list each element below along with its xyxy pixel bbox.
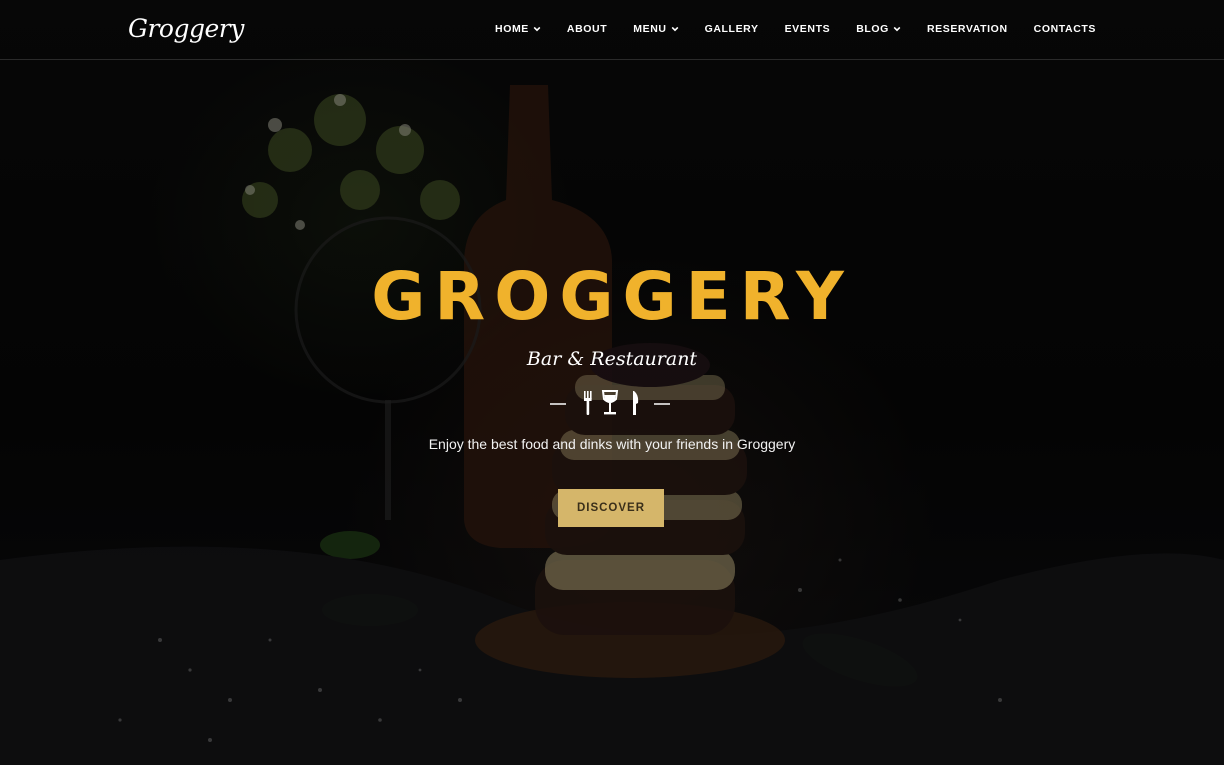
nav-item-label: RESERVATION bbox=[926, 23, 1008, 35]
hero-description: Enjoy the best food and dinks with your … bbox=[428, 436, 796, 452]
discover-button-label: DISCOVER bbox=[576, 502, 646, 514]
nav-item-menu[interactable]: MENU bbox=[633, 23, 678, 35]
nav-item-home[interactable]: HOME bbox=[495, 23, 541, 35]
nav-item-label: BLOG bbox=[856, 23, 889, 35]
site-logo[interactable]: Groggery bbox=[128, 14, 244, 43]
nav-item-label: MENU bbox=[633, 23, 667, 35]
nav-item-label: ABOUT bbox=[566, 23, 608, 35]
hero-section: Groggery HOME ABOUT MENU GALLERY EVENTS … bbox=[0, 0, 1224, 765]
chevron-down-icon bbox=[893, 26, 901, 32]
nav-item-about[interactable]: ABOUT bbox=[567, 23, 607, 35]
nav-item-contacts[interactable]: CONTACTS bbox=[1034, 23, 1096, 35]
chevron-down-icon bbox=[533, 26, 541, 32]
hero-subtitle: Bar & Restaurant bbox=[526, 348, 698, 370]
nav-item-reservation[interactable]: RESERVATION bbox=[927, 23, 1008, 35]
nav-item-events[interactable]: EVENTS bbox=[785, 23, 831, 35]
nav-item-label: GALLERY bbox=[704, 23, 759, 35]
nav-item-blog[interactable]: BLOG bbox=[856, 23, 901, 35]
hero-ornament bbox=[550, 390, 670, 415]
nav-item-gallery[interactable]: GALLERY bbox=[705, 23, 759, 35]
main-nav: HOME ABOUT MENU GALLERY EVENTS BLOG RESE… bbox=[469, 23, 1096, 35]
chevron-down-icon bbox=[671, 26, 678, 32]
nav-item-label: CONTACTS bbox=[1033, 23, 1096, 35]
fork-icon bbox=[584, 391, 592, 415]
nav-item-label: HOME bbox=[495, 23, 529, 35]
wine-glass-icon bbox=[601, 390, 619, 415]
hero-title: GROGGERY bbox=[371, 258, 853, 335]
site-header: Groggery HOME ABOUT MENU GALLERY EVENTS … bbox=[0, 0, 1224, 60]
nav-item-label: EVENTS bbox=[784, 23, 831, 35]
knife-icon bbox=[633, 391, 639, 415]
discover-button[interactable]: DISCOVER bbox=[558, 489, 664, 527]
hero-background-image bbox=[0, 0, 1224, 765]
